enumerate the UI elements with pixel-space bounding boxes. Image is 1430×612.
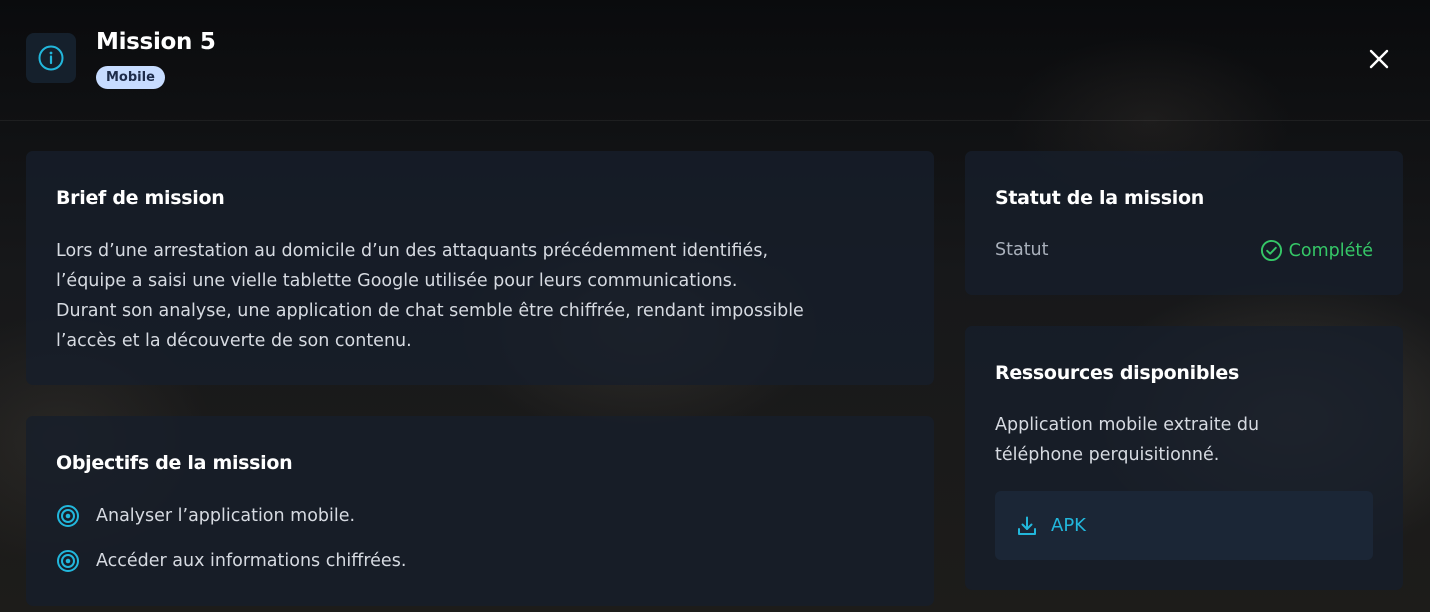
brief-card: Brief de mission Lors d’une arrestation … [26, 151, 934, 385]
status-label: Statut [995, 240, 1049, 260]
target-icon [56, 504, 80, 528]
brief-title: Brief de mission [56, 187, 225, 209]
category-badge: Mobile [96, 66, 165, 89]
close-button[interactable] [1364, 44, 1394, 74]
objective-item: Analyser l’application mobile. [56, 504, 355, 528]
close-icon [1369, 49, 1389, 69]
apk-download-label: APK [1051, 515, 1086, 536]
download-icon [1015, 514, 1039, 538]
resources-description: Application mobile extraite du téléphone… [995, 410, 1315, 470]
objective-text: Analyser l’application mobile. [96, 506, 356, 526]
status-badge: Complété [1260, 239, 1373, 262]
resources-line: téléphone perquisitionné. [995, 445, 1220, 465]
brief-line: Lors d’une arrestation au domicile d’un … [56, 241, 769, 261]
objective-item: Accéder aux informations chiffrées. [56, 549, 406, 573]
status-title: Statut de la mission [995, 187, 1204, 209]
check-circle-icon [1260, 239, 1283, 262]
resources-title: Ressources disponibles [995, 362, 1239, 384]
apk-download-button[interactable]: APK [995, 491, 1373, 560]
status-value: Complété [1288, 240, 1373, 261]
status-card: Statut de la mission Statut Complété [965, 151, 1403, 295]
info-icon-box [26, 33, 76, 83]
brief-text: Lors d’une arrestation au domicile d’un … [56, 236, 896, 356]
page-title: Mission 5 [96, 29, 216, 55]
objective-text: Accéder aux informations chiffrées. [96, 551, 407, 571]
brief-line: l’équipe a saisi une vielle tablette Goo… [56, 271, 738, 291]
info-circle-icon [38, 45, 64, 71]
resources-line: Application mobile extraite du [995, 415, 1260, 435]
resources-card: Ressources disponibles Application mobil… [965, 326, 1403, 590]
brief-line: Durant son analyse, une application de c… [56, 301, 804, 321]
objectives-card: Objectifs de la mission Analyser l’appli… [26, 416, 934, 606]
target-icon [56, 549, 80, 573]
modal-header: Mission 5 Mobile [0, 0, 1430, 121]
objectives-title: Objectifs de la mission [56, 452, 293, 474]
brief-line: l’accès et la découverte de son contenu. [56, 331, 412, 351]
